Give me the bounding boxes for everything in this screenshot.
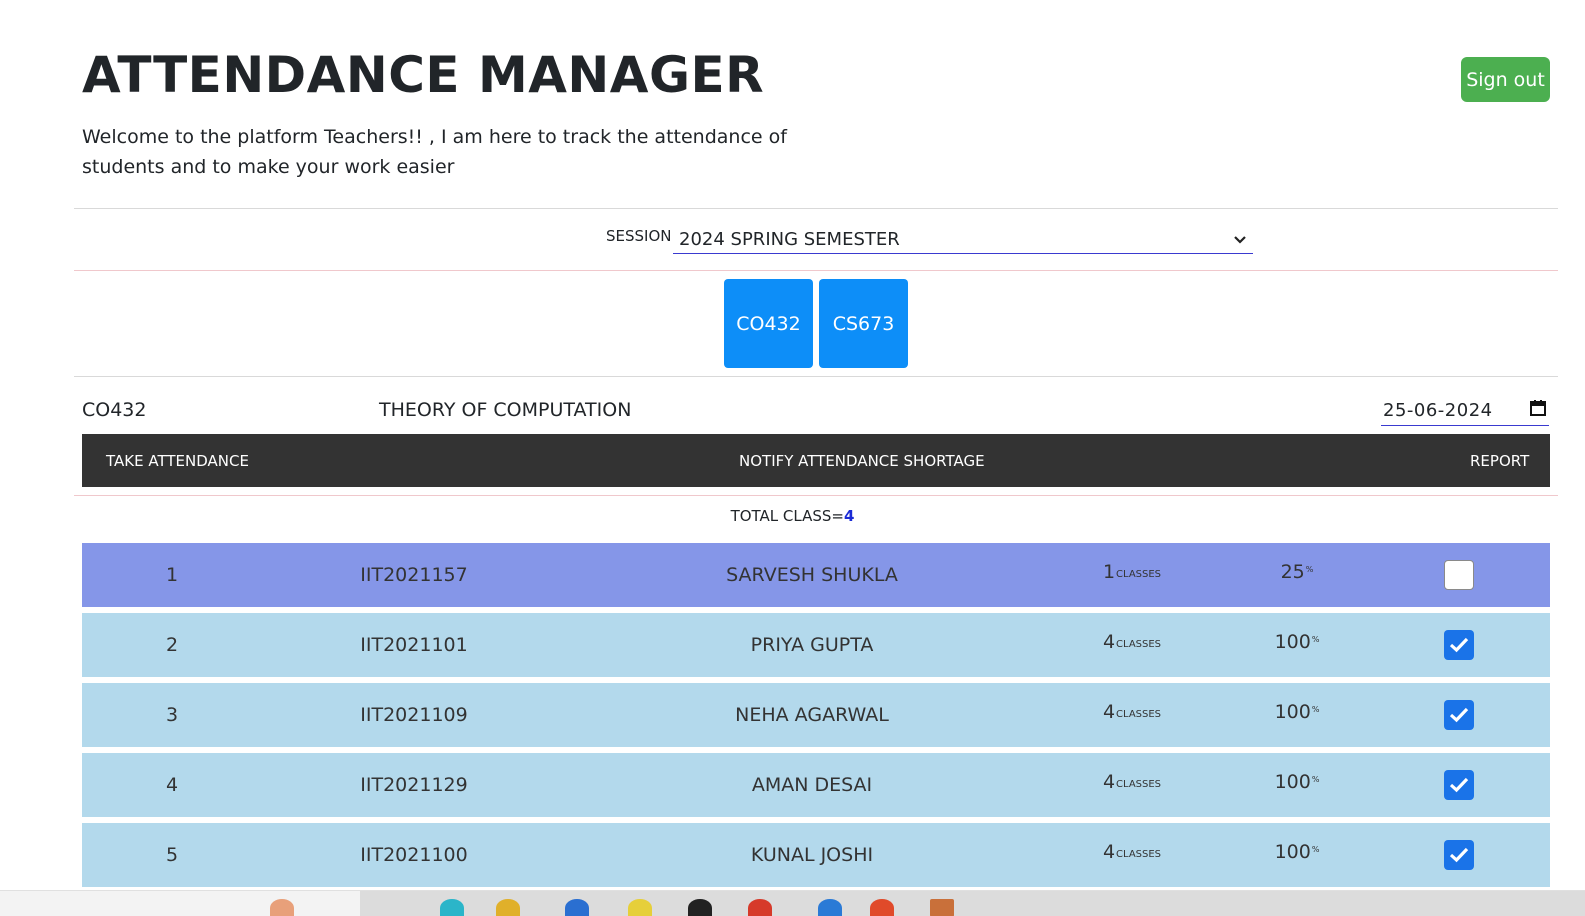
classes-unit: CLASSES: [1116, 849, 1162, 860]
row-roll-number: IIT2021100: [360, 844, 468, 866]
row-index: 4: [165, 774, 179, 796]
attendance-checkbox[interactable]: [1444, 630, 1474, 660]
classes-unit: CLASSES: [1116, 569, 1162, 580]
table-row[interactable]: 2 IIT2021101 PRIYA GUPTA 4 CLASSES 100%: [82, 613, 1550, 677]
divider: [74, 208, 1558, 209]
row-student-name: AMAN DESAI: [751, 774, 873, 796]
current-course-code: CO432: [82, 399, 147, 421]
percent-value: 100: [1274, 841, 1311, 863]
row-student-name: NEHA AGARWAL: [735, 704, 889, 726]
classes-unit: CLASSES: [1116, 639, 1162, 650]
row-roll-number: IIT2021101: [360, 634, 468, 656]
total-class-label: TOTAL CLASS=: [730, 507, 844, 525]
row-student-name: KUNAL JOSHI: [750, 844, 874, 866]
row-index: 2: [165, 634, 179, 656]
table-row[interactable]: 4 IIT2021129 AMAN DESAI 4 CLASSES 100%: [82, 753, 1550, 817]
welcome-text: Welcome to the platform Teachers!! , I a…: [82, 126, 787, 178]
percent-value: 100: [1274, 771, 1311, 793]
row-student-name: PRIYA GUPTA: [750, 634, 874, 656]
app-icon[interactable]: [748, 899, 772, 916]
session-label: SESSION: [606, 227, 672, 245]
row-percentage: 25%: [1237, 543, 1357, 607]
calendar-icon[interactable]: [1529, 399, 1547, 421]
row-roll-number: IIT2021109: [360, 704, 468, 726]
percent-unit: %: [1305, 565, 1314, 574]
total-class-value: 4: [843, 507, 855, 525]
row-roll-number: IIT2021129: [360, 774, 468, 796]
app-icon[interactable]: [496, 899, 520, 916]
app-icon[interactable]: [565, 899, 589, 916]
attendance-checkbox[interactable]: [1444, 560, 1474, 590]
percent-unit: %: [1311, 845, 1320, 854]
app-icon[interactable]: [688, 899, 712, 916]
divider: [74, 270, 1558, 271]
classes-count: 4: [1102, 701, 1116, 723]
action-bar: TAKE ATTENDANCE NOTIFY ATTENDANCE SHORTA…: [82, 434, 1550, 487]
classes-count: 4: [1102, 631, 1116, 653]
classes-unit: CLASSES: [1116, 779, 1162, 790]
row-index: 5: [165, 844, 179, 866]
checkmark-icon: [1449, 777, 1469, 793]
course-button-co432[interactable]: CO432: [724, 279, 813, 368]
divider: [74, 495, 1558, 496]
taskbar-strip: [360, 891, 1585, 916]
checkmark-icon: [1449, 847, 1469, 863]
row-classes: 4 CLASSES: [1072, 683, 1192, 747]
percent-value: 100: [1274, 701, 1311, 723]
os-taskbar: [0, 890, 1585, 916]
classes-count: 4: [1102, 771, 1116, 793]
row-student-name: SARVESH SHUKLA: [726, 564, 898, 586]
row-percentage: 100%: [1237, 613, 1357, 677]
table-row[interactable]: 5 IIT2021100 KUNAL JOSHI 4 CLASSES 100%: [82, 823, 1550, 887]
row-classes: 1 CLASSES: [1072, 543, 1192, 607]
current-course-name: THEORY OF COMPUTATION: [379, 399, 632, 421]
row-classes: 4 CLASSES: [1072, 823, 1192, 887]
percent-unit: %: [1311, 635, 1320, 644]
attendance-checkbox[interactable]: [1444, 840, 1474, 870]
checkmark-icon: [1449, 637, 1469, 653]
app-icon[interactable]: [930, 899, 954, 916]
date-input[interactable]: 25-06-2024: [1381, 395, 1549, 426]
attendance-page: ATTENDANCE MANAGER Welcome to the platfo…: [0, 0, 1585, 916]
app-icon[interactable]: [270, 899, 294, 916]
checkmark-icon: [1449, 707, 1469, 723]
percent-unit: %: [1311, 775, 1320, 784]
row-index: 3: [165, 704, 179, 726]
row-percentage: 100%: [1237, 683, 1357, 747]
classes-count: 4: [1102, 841, 1116, 863]
row-percentage: 100%: [1237, 753, 1357, 817]
percent-value: 100: [1274, 631, 1311, 653]
row-classes: 4 CLASSES: [1072, 753, 1192, 817]
classes-unit: CLASSES: [1116, 709, 1162, 720]
take-attendance-button[interactable]: TAKE ATTENDANCE: [106, 434, 249, 487]
sign-out-button[interactable]: Sign out: [1461, 57, 1550, 102]
page-title: ATTENDANCE MANAGER: [82, 46, 765, 104]
report-button[interactable]: REPORT: [1470, 434, 1529, 487]
app-icon[interactable]: [628, 899, 652, 916]
divider: [74, 376, 1558, 377]
total-class: TOTAL CLASS=4: [0, 507, 1585, 525]
app-icon[interactable]: [818, 899, 842, 916]
chevron-down-icon: [1233, 233, 1247, 247]
row-index: 1: [165, 564, 179, 586]
percent-unit: %: [1311, 705, 1320, 714]
course-button-cs673[interactable]: CS673: [819, 279, 908, 368]
session-select[interactable]: 2024 SPRING SEMESTER: [673, 226, 1253, 254]
row-percentage: 100%: [1237, 823, 1357, 887]
row-classes: 4 CLASSES: [1072, 613, 1192, 677]
attendance-checkbox[interactable]: [1444, 770, 1474, 800]
session-selected-value: 2024 SPRING SEMESTER: [679, 229, 900, 250]
classes-count: 1: [1102, 561, 1116, 583]
table-row[interactable]: 1 IIT2021157 SARVESH SHUKLA 1 CLASSES 25%: [82, 543, 1550, 607]
date-value: 25-06-2024: [1383, 399, 1493, 421]
table-row[interactable]: 3 IIT2021109 NEHA AGARWAL 4 CLASSES 100%: [82, 683, 1550, 747]
attendance-checkbox[interactable]: [1444, 700, 1474, 730]
row-roll-number: IIT2021157: [360, 564, 468, 586]
app-icon[interactable]: [440, 899, 464, 916]
notify-shortage-button[interactable]: NOTIFY ATTENDANCE SHORTAGE: [739, 434, 985, 487]
percent-value: 25: [1280, 561, 1305, 583]
app-icon[interactable]: [870, 899, 894, 916]
